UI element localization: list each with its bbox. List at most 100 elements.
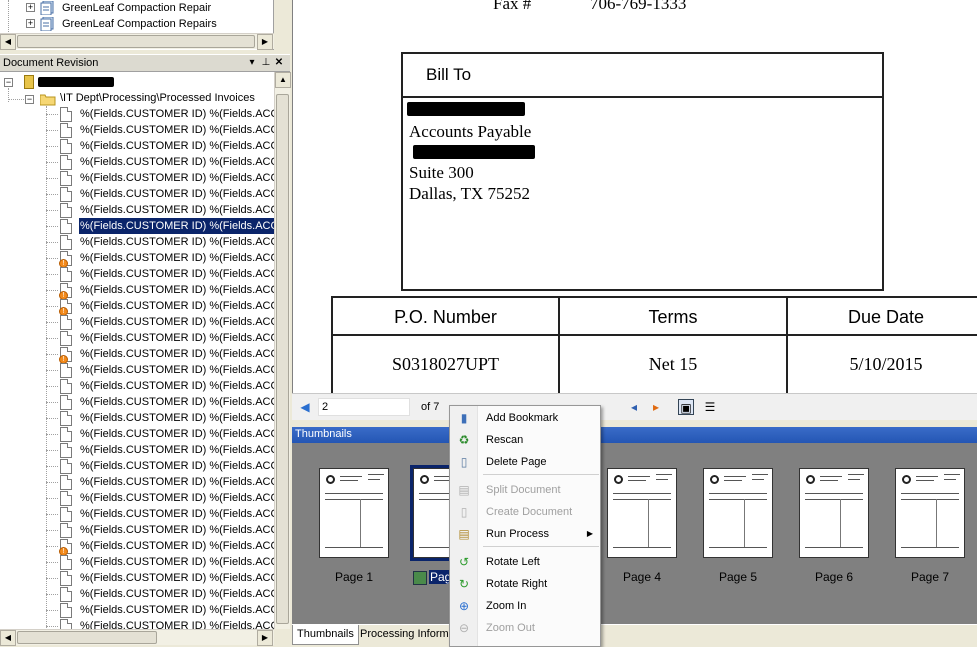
- document-row[interactable]: %(Fields.CUSTOMER ID) %(Fields.ACCO: [0, 106, 274, 122]
- document-row[interactable]: %(Fields.CUSTOMER ID) %(Fields.ACCO: [0, 522, 274, 538]
- close-icon[interactable]: ✕: [273, 56, 285, 70]
- split-icon: ▤: [458, 483, 470, 497]
- text-view-icon[interactable]: ☰: [702, 399, 718, 415]
- redacted-root-name: [38, 77, 114, 87]
- document-row[interactable]: %(Fields.CUSTOMER ID) %(Fields.ACCO: [0, 202, 274, 218]
- document-row[interactable]: %(Fields.CUSTOMER ID) %(Fields.ACCO: [0, 362, 274, 378]
- page-thumbnail[interactable]: [703, 468, 773, 558]
- page-thumbnail[interactable]: [799, 468, 869, 558]
- document-row[interactable]: %(Fields.CUSTOMER ID) %(Fields.ACCO: [0, 122, 274, 138]
- thumbnail-view-icon[interactable]: ▣: [678, 399, 694, 415]
- menu-item-rotate-left[interactable]: ↺ Rotate Left: [451, 551, 599, 573]
- text-line: [820, 476, 842, 477]
- splitter: [274, 0, 292, 54]
- menu-item-label: Delete Page: [486, 456, 547, 468]
- menu-item-label: Zoom In: [486, 600, 527, 612]
- document-row[interactable]: ! %(Fields.CUSTOMER ID) %(Fields.ACCO: [0, 250, 274, 268]
- forward-icon[interactable]: ▸: [648, 399, 664, 415]
- document-row[interactable]: %(Fields.CUSTOMER ID) %(Fields.ACCO: [0, 330, 274, 346]
- document-row[interactable]: %(Fields.CUSTOMER ID) %(Fields.ACCO: [0, 506, 274, 522]
- document-row[interactable]: %(Fields.CUSTOMER ID) %(Fields.ACCO: [0, 170, 274, 186]
- scroll-up-icon[interactable]: ▲: [275, 72, 291, 88]
- document-row[interactable]: %(Fields.CUSTOMER ID) %(Fields.ACCO: [0, 234, 274, 250]
- back-icon[interactable]: ◂: [626, 399, 642, 415]
- scroll-left-icon[interactable]: ◀: [0, 34, 16, 50]
- document-row[interactable]: %(Fields.CUSTOMER ID) %(Fields.ACCO: [0, 138, 274, 154]
- menu-item-delete-page[interactable]: ▯ Delete Page: [451, 451, 599, 473]
- tab-thumbnails[interactable]: Thumbnails: [292, 625, 359, 645]
- document-row[interactable]: %(Fields.CUSTOMER ID) %(Fields.ACCO: [0, 218, 274, 234]
- text-line: [628, 480, 646, 481]
- document-row[interactable]: ! %(Fields.CUSTOMER ID) %(Fields.ACCO: [0, 538, 274, 556]
- text-line: [944, 474, 960, 475]
- scroll-right-icon[interactable]: ▶: [257, 630, 273, 646]
- tree-item-label: GreenLeaf Compaction Repair: [62, 2, 212, 14]
- scroll-right-icon[interactable]: ▶: [257, 34, 273, 50]
- document-row[interactable]: %(Fields.CUSTOMER ID) %(Fields.ACCO: [0, 442, 274, 458]
- document-row[interactable]: %(Fields.CUSTOMER ID) %(Fields.ACCO: [0, 266, 274, 282]
- menu-item-rescan[interactable]: ♻ Rescan: [451, 429, 599, 451]
- collapse-icon[interactable]: −: [25, 95, 34, 104]
- tree-connector: [46, 482, 58, 483]
- previous-page-icon[interactable]: ◀: [297, 399, 313, 415]
- document-row[interactable]: %(Fields.CUSTOMER ID) %(Fields.ACCO: [0, 314, 274, 330]
- document-row-label: %(Fields.CUSTOMER ID) %(Fields.ACCO: [80, 492, 274, 504]
- tree-connector: [46, 546, 58, 547]
- menu-item-rotate-right[interactable]: ↻ Rotate Right: [451, 573, 599, 595]
- expand-icon[interactable]: +: [26, 3, 35, 12]
- expand-icon[interactable]: +: [26, 19, 35, 28]
- document-row[interactable]: %(Fields.CUSTOMER ID) %(Fields.ACCO: [0, 458, 274, 474]
- page-thumbnail[interactable]: [319, 468, 389, 558]
- document-row[interactable]: %(Fields.CUSTOMER ID) %(Fields.ACCO: [0, 554, 274, 570]
- collapse-icon[interactable]: −: [4, 78, 13, 87]
- document-row[interactable]: ! %(Fields.CUSTOMER ID) %(Fields.ACCO: [0, 282, 274, 300]
- tree-connector: [46, 594, 58, 595]
- document-row[interactable]: %(Fields.CUSTOMER ID) %(Fields.ACCO: [0, 154, 274, 170]
- document-row[interactable]: %(Fields.CUSTOMER ID) %(Fields.ACCO: [0, 186, 274, 202]
- terms-header: Terms: [560, 298, 786, 336]
- logo-mark: [806, 475, 815, 484]
- document-row[interactable]: %(Fields.CUSTOMER ID) %(Fields.ACCO: [0, 570, 274, 586]
- text-line: [340, 480, 358, 481]
- document-row[interactable]: %(Fields.CUSTOMER ID) %(Fields.ACCO: [0, 378, 274, 394]
- tree-item-greenleaf-2[interactable]: + GreenLeaf Compaction Repairs: [0, 16, 274, 32]
- document-row[interactable]: %(Fields.CUSTOMER ID) %(Fields.ACCO: [0, 410, 274, 426]
- document-row[interactable]: %(Fields.CUSTOMER ID) %(Fields.ACCO: [0, 586, 274, 602]
- tree-connector: [46, 226, 58, 227]
- document-row[interactable]: %(Fields.CUSTOMER ID) %(Fields.ACCO: [0, 602, 274, 618]
- menu-item-zoom-in[interactable]: ⊕ Zoom In: [451, 595, 599, 617]
- document-row[interactable]: %(Fields.CUSTOMER ID) %(Fields.ACCO: [0, 426, 274, 442]
- scroll-thumb[interactable]: [17, 35, 255, 48]
- tab-processing-information[interactable]: Processing Informa: [356, 625, 459, 645]
- menu-item-create-document: ▯ Create Document: [451, 501, 599, 523]
- document-tree-vscrollbar[interactable]: ▲: [274, 72, 291, 629]
- document-row[interactable]: %(Fields.CUSTOMER ID) %(Fields.ACCO: [0, 394, 274, 410]
- page-number-input[interactable]: [318, 398, 410, 416]
- text-line: [901, 499, 959, 500]
- document-row[interactable]: ! %(Fields.CUSTOMER ID) %(Fields.ACCO: [0, 346, 274, 364]
- scroll-thumb[interactable]: [17, 631, 157, 644]
- document-tree-hscrollbar[interactable]: ◀ ▶: [0, 629, 274, 646]
- document-revision-tree[interactable]: − − \IT Dept\Processing\Processed Invoic…: [0, 72, 274, 629]
- menu-item-add-bookmark[interactable]: ▮ Add Bookmark: [451, 407, 599, 429]
- page-thumbnail[interactable]: [607, 468, 677, 558]
- thumbnails-area[interactable]: Page 1 Pag Page 4 Page 5 Page 6 Page 7: [292, 443, 977, 624]
- top-tree-hscrollbar[interactable]: ◀ ▶: [0, 33, 274, 50]
- tree-item-greenleaf-1[interactable]: + GreenLeaf Compaction Repair: [0, 0, 274, 16]
- menu-item-run-process[interactable]: ▤ Run Process ▶: [451, 523, 599, 545]
- tree-connector: [46, 194, 58, 195]
- scroll-corner: [274, 629, 292, 647]
- page-thumbnail[interactable]: [895, 468, 965, 558]
- scroll-thumb[interactable]: [276, 94, 289, 624]
- document-row[interactable]: ! %(Fields.CUSTOMER ID) %(Fields.ACCO: [0, 298, 274, 316]
- document-row[interactable]: %(Fields.CUSTOMER ID) %(Fields.ACCO: [0, 618, 274, 629]
- document-row[interactable]: %(Fields.CUSTOMER ID) %(Fields.ACCO: [0, 490, 274, 506]
- logo-mark: [326, 475, 335, 484]
- scroll-left-icon[interactable]: ◀: [0, 630, 16, 646]
- folder-path[interactable]: \IT Dept\Processing\Processed Invoices: [60, 92, 255, 104]
- due-date-value: 5/10/2015: [849, 354, 923, 374]
- pin-icon[interactable]: ⊥: [260, 56, 272, 70]
- document-row[interactable]: %(Fields.CUSTOMER ID) %(Fields.ACCO: [0, 474, 274, 490]
- dropdown-icon[interactable]: ▾: [246, 56, 258, 70]
- document-viewer[interactable]: Fax # 706-769-1333 Bill To Accounts Paya…: [292, 0, 977, 393]
